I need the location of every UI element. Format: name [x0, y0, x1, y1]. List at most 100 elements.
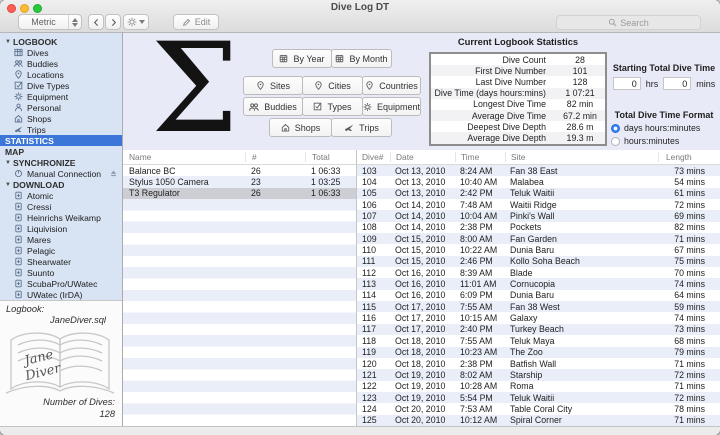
- sidebar-item-download[interactable]: ▼DOWNLOAD: [0, 179, 122, 190]
- sidebar-item-personal[interactable]: Personal: [0, 102, 122, 113]
- sidebar-item-pelagic[interactable]: Pelagic: [0, 245, 122, 256]
- minutes-field[interactable]: 0: [663, 77, 691, 90]
- table-cell: 10:12 AM: [455, 415, 505, 425]
- sidebar-item-suunto[interactable]: Suunto: [0, 267, 122, 278]
- sidebar-item-trips[interactable]: Trips: [0, 124, 122, 135]
- types-button[interactable]: Types: [302, 97, 363, 116]
- column-header-date[interactable]: Date: [390, 152, 455, 162]
- dive-row[interactable]: 124Oct 20, 20107:53 AMTable Coral City78…: [357, 403, 720, 414]
- sidebar-item-liquivision[interactable]: Liquivision: [0, 223, 122, 234]
- by-month-button[interactable]: By Month: [331, 49, 392, 68]
- statistic-value: 28.6 m: [555, 122, 605, 132]
- action-menu-button[interactable]: [123, 14, 149, 30]
- dive-row[interactable]: 125Oct 20, 201010:12 AMSpiral Corner71 m…: [357, 415, 720, 426]
- sidebar-item-label: Liquivision: [27, 224, 67, 234]
- forward-button[interactable]: [105, 14, 121, 30]
- radio-icon: [611, 124, 620, 133]
- dive-row[interactable]: 116Oct 17, 201010:15 AMGalaxy74 mins: [357, 312, 720, 323]
- equipment-button[interactable]: Equipment: [362, 97, 421, 116]
- sidebar-item-manual-connection[interactable]: Manual Connection: [0, 168, 122, 179]
- dive-row[interactable]: 104Oct 13, 201010:40 AMMalabea54 mins: [357, 176, 720, 187]
- sidebar-item-uwatec-irda-[interactable]: UWatec (IrDA): [0, 289, 122, 300]
- by-year-button[interactable]: By Year: [272, 49, 332, 68]
- dive-row[interactable]: 122Oct 19, 201010:28 AMRoma71 mins: [357, 381, 720, 392]
- sidebar-item-shops[interactable]: Shops: [0, 113, 122, 124]
- sidebar: ▼LOGBOOKDivesBuddiesLocationsDive TypesE…: [0, 33, 123, 426]
- search-input[interactable]: Search: [556, 15, 701, 30]
- sites-button[interactable]: Sites: [243, 76, 303, 95]
- dive-row[interactable]: 123Oct 19, 20105:54 PMTeluk Waitii72 min…: [357, 392, 720, 403]
- table-cell: 125: [357, 415, 390, 425]
- equipment-row[interactable]: T3 Regulator261 06:33: [123, 188, 356, 199]
- shops-button[interactable]: Shops: [269, 118, 332, 137]
- sites-label: Sites: [270, 81, 290, 91]
- dive-row[interactable]: 121Oct 19, 20108:02 AMStarship72 mins: [357, 369, 720, 380]
- sidebar-item-dives[interactable]: Dives: [0, 47, 122, 58]
- sidebar-item-scubapro-uwatec[interactable]: ScubaPro/UWatec: [0, 278, 122, 289]
- format-radio-hours-minutes[interactable]: hours:minutes: [611, 136, 679, 146]
- dive-row[interactable]: 110Oct 15, 201010:22 AMDunia Baru67 mins: [357, 244, 720, 255]
- dive-row[interactable]: 103Oct 13, 20108:24 AMFan 38 East73 mins: [357, 165, 720, 176]
- table-cell: 61 mins: [658, 188, 720, 198]
- units-select[interactable]: Metric: [18, 14, 82, 30]
- dive-row[interactable]: 108Oct 14, 20102:38 PMPockets82 mins: [357, 222, 720, 233]
- buddies-button[interactable]: Buddies: [243, 97, 303, 116]
- sidebar-item-equipment[interactable]: Equipment: [0, 91, 122, 102]
- column-header-dive-number[interactable]: Dive#: [357, 152, 390, 162]
- column-header-total[interactable]: Total: [305, 152, 356, 162]
- column-header-time[interactable]: Time: [455, 152, 505, 162]
- hours-field[interactable]: 0: [613, 77, 641, 90]
- dive-row[interactable]: 105Oct 13, 20102:42 PMTeluk Waitii61 min…: [357, 188, 720, 199]
- table-cell: Oct 20, 2010: [390, 415, 455, 425]
- sidebar-item-shearwater[interactable]: Shearwater: [0, 256, 122, 267]
- disclosure-triangle-icon[interactable]: ▼: [5, 39, 11, 45]
- sidebar-item-locations[interactable]: Locations: [0, 69, 122, 80]
- sidebar-item-logbook[interactable]: ▼LOGBOOK: [0, 36, 122, 47]
- countries-button[interactable]: Countries: [362, 76, 421, 95]
- trips-button[interactable]: Trips: [331, 118, 392, 137]
- sidebar-item-map[interactable]: MAP: [0, 146, 122, 157]
- column-header-site[interactable]: Site: [505, 152, 658, 162]
- sidebar-item-label: DOWNLOAD: [13, 180, 65, 190]
- number-of-dives-label: Number of Dives:: [43, 396, 115, 409]
- back-button[interactable]: [88, 14, 104, 30]
- sidebar-item-dive-types[interactable]: Dive Types: [0, 80, 122, 91]
- disclosure-triangle-icon[interactable]: ▼: [5, 160, 11, 166]
- table-cell: Batfish Wall: [505, 359, 658, 369]
- dive-row[interactable]: 107Oct 14, 201010:04 AMPinki's Wall69 mi…: [357, 210, 720, 221]
- sidebar-item-cressi[interactable]: Cressi: [0, 201, 122, 212]
- sidebar-item-synchronize[interactable]: ▼SYNCHRONIZE: [0, 157, 122, 168]
- dive-row[interactable]: 106Oct 14, 20107:48 AMWaitii Ridge72 min…: [357, 199, 720, 210]
- dive-row[interactable]: 120Oct 18, 20102:38 PMBatfish Wall71 min…: [357, 358, 720, 369]
- table-cell: Teluk Maya: [505, 336, 658, 346]
- format-radio-days-hours-minutes[interactable]: days hours:minutes: [611, 123, 700, 133]
- sidebar-item-atomic[interactable]: Atomic: [0, 190, 122, 201]
- table-cell: 11:01 AM: [455, 279, 505, 289]
- sidebar-item-label: STATISTICS: [5, 136, 54, 146]
- column-header-count[interactable]: #: [245, 152, 305, 162]
- sidebar-item-buddies[interactable]: Buddies: [0, 58, 122, 69]
- eject-icon[interactable]: [109, 169, 118, 178]
- table-cell: 71 mins: [658, 359, 720, 369]
- disclosure-triangle-icon[interactable]: ▼: [5, 182, 11, 188]
- cities-button[interactable]: Cities: [302, 76, 363, 95]
- equipment-row[interactable]: Stylus 1050 Camera231 03:25: [123, 176, 356, 187]
- dive-row[interactable]: 114Oct 16, 20106:09 PMDunia Baru64 mins: [357, 290, 720, 301]
- table-cell: Oct 17, 2010: [390, 313, 455, 323]
- dive-row[interactable]: 117Oct 17, 20102:40 PMTurkey Beach73 min…: [357, 324, 720, 335]
- column-header-length[interactable]: Length: [658, 152, 720, 162]
- dive-row[interactable]: 109Oct 15, 20108:00 AMFan Garden71 mins: [357, 233, 720, 244]
- search-icon: [608, 18, 617, 27]
- sidebar-item-heinrichs-weikamp[interactable]: Heinrichs Weikamp: [0, 212, 122, 223]
- dive-row[interactable]: 113Oct 16, 201011:01 AMCornucopia74 mins: [357, 278, 720, 289]
- sidebar-item-mares[interactable]: Mares: [0, 234, 122, 245]
- table-cell: Galaxy: [505, 313, 658, 323]
- table-cell: Oct 15, 2010: [390, 245, 455, 255]
- sidebar-item-statistics[interactable]: STATISTICS: [0, 135, 122, 146]
- dive-row[interactable]: 112Oct 16, 20108:39 AMBlade70 mins: [357, 267, 720, 278]
- table-cell: Oct 16, 2010: [390, 290, 455, 300]
- dive-row[interactable]: 118Oct 18, 20107:55 AMTeluk Maya68 mins: [357, 335, 720, 346]
- dive-row[interactable]: 111Oct 15, 20102:46 PMKollo Soha Beach75…: [357, 256, 720, 267]
- dive-row[interactable]: 115Oct 17, 20107:55 AMFan 38 West59 mins: [357, 301, 720, 312]
- dive-row[interactable]: 119Oct 18, 201010:23 AMThe Zoo79 mins: [357, 347, 720, 358]
